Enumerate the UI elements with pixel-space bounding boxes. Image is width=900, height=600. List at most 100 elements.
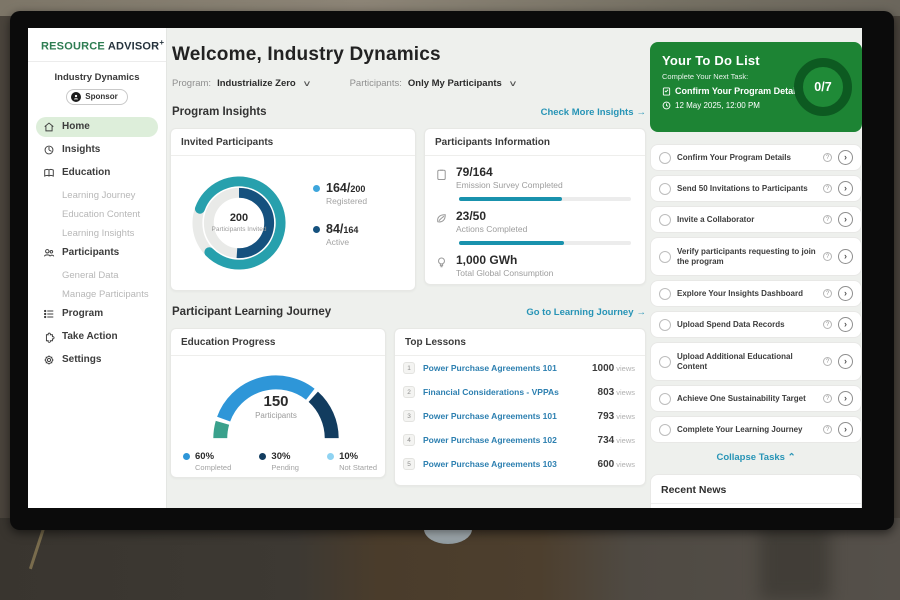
task-row[interactable]: Complete Your Learning Journey ? › — [650, 416, 862, 443]
card-title: Invited Participants — [171, 129, 415, 156]
invited-participants-donut-chart: 200 Participants Invited — [187, 171, 291, 275]
sidebar-item-learning-insights[interactable]: Learning Insights — [28, 224, 166, 243]
lesson-row: 5 Power Purchase Agreements 103 600views — [395, 452, 645, 476]
sponsor-badge[interactable]: Sponsor — [66, 89, 127, 105]
lesson-title-link[interactable]: Power Purchase Agreements 102 — [423, 435, 590, 445]
lesson-rank: 3 — [403, 410, 415, 422]
task-checkbox[interactable] — [659, 183, 671, 195]
sidebar-item-label: Insights — [62, 144, 100, 155]
stat-emission-survey: 79/164 Emission Survey Completed — [435, 165, 633, 190]
chevron-right-icon[interactable]: › — [838, 212, 853, 227]
legend-dot — [327, 453, 334, 460]
info-icon[interactable]: ? — [823, 153, 832, 162]
chevron-right-icon[interactable]: › — [838, 181, 853, 196]
task-checkbox[interactable] — [659, 251, 671, 263]
gauge-center-value: 150 — [201, 393, 351, 410]
legend-item-completed: 60%Completed — [183, 451, 231, 472]
sidebar-item-participants[interactable]: Participants — [36, 243, 158, 263]
insights-icon — [43, 144, 55, 156]
participants-filter-value[interactable]: Only My Participants — [408, 78, 502, 89]
sidebar-item-learning-journey[interactable]: Learning Journey — [28, 186, 166, 205]
chevron-right-icon[interactable]: › — [838, 317, 853, 332]
monitor-bezel: RESOURCE ADVISOR+ Industry Dynamics Spon… — [10, 11, 894, 530]
collapse-tasks-link[interactable]: Collapse Tasks ⌃ — [650, 452, 862, 463]
todo-hero-card: Your To Do List Complete Your Next Task:… — [650, 42, 862, 132]
info-icon[interactable]: ? — [823, 320, 832, 329]
info-icon[interactable]: ? — [823, 425, 832, 434]
people-icon — [43, 247, 55, 259]
info-icon[interactable]: ? — [823, 215, 832, 224]
task-row[interactable]: Verify participants requesting to join t… — [650, 237, 862, 276]
legend-dot — [313, 185, 320, 192]
program-filter-label: Program: — [172, 78, 211, 89]
task-checkbox[interactable] — [659, 319, 671, 331]
stat-total-consumption: 1,000 GWh Total Global Consumption — [435, 253, 633, 278]
task-checkbox[interactable] — [659, 424, 671, 436]
info-icon[interactable]: ? — [823, 184, 832, 193]
arrow-right-icon: → — [637, 107, 647, 118]
lesson-title-link[interactable]: Financial Considerations - VPPAs — [423, 387, 590, 397]
lesson-title-link[interactable]: Power Purchase Agreements 101 — [423, 411, 590, 421]
info-icon[interactable]: ? — [823, 394, 832, 403]
sidebar-item-home[interactable]: Home — [36, 117, 158, 137]
donut-center-label: Participants Invited — [211, 226, 267, 234]
top-lessons-card: Top Lessons 1 Power Purchase Agreements … — [394, 328, 646, 486]
leaf-icon — [435, 212, 448, 225]
education-progress-card: Education Progress 150 Participants — [170, 328, 386, 478]
todo-progress-ring: 0/7 — [794, 58, 852, 116]
task-checkbox[interactable] — [659, 356, 671, 368]
chevron-right-icon[interactable]: › — [838, 422, 853, 437]
task-row[interactable]: Explore Your Insights Dashboard ? › — [650, 280, 862, 307]
donut-center-value: 200 — [230, 212, 248, 224]
stat-actions-completed: 23/50 Actions Completed — [435, 209, 633, 234]
legend-item-not-started: 10%Not Started — [327, 451, 377, 472]
chevron-right-icon[interactable]: › — [838, 354, 853, 369]
task-row[interactable]: Confirm Your Program Details ? › — [650, 144, 862, 171]
gauge-center: 150 Participants — [201, 393, 351, 420]
task-checkbox[interactable] — [659, 288, 671, 300]
lesson-row: 3 Power Purchase Agreements 101 793views — [395, 404, 645, 428]
lesson-row: 1 Power Purchase Agreements 101 1000view… — [395, 356, 645, 380]
program-filter-value[interactable]: Industrialize Zero — [217, 78, 296, 89]
chevron-up-icon: ⌃ — [788, 452, 796, 463]
checklist-icon — [662, 87, 671, 96]
go-to-learning-journey-link[interactable]: Go to Learning Journey→ — [526, 307, 646, 318]
check-more-insights-link[interactable]: Check More Insights→ — [541, 107, 646, 118]
lesson-title-link[interactable]: Power Purchase Agreements 103 — [423, 459, 590, 469]
task-row[interactable]: Upload Additional Educational Content ? … — [650, 342, 862, 381]
sidebar-item-education-content[interactable]: Education Content — [28, 205, 166, 224]
sidebar-item-general-data[interactable]: General Data — [28, 266, 166, 285]
sidebar-item-settings[interactable]: Settings — [36, 350, 158, 370]
lesson-rank: 4 — [403, 434, 415, 446]
invited-participants-card: Invited Participants 200 Participants In… — [170, 128, 416, 291]
task-row[interactable]: Achieve One Sustainability Target ? › — [650, 385, 862, 412]
chevron-right-icon[interactable]: › — [838, 150, 853, 165]
gauge-legend: 60%Completed 30%Pending 10%Not Started — [183, 451, 377, 472]
info-icon[interactable]: ? — [823, 289, 832, 298]
sidebar-item-insights[interactable]: Insights — [36, 140, 158, 160]
survey-icon — [435, 168, 448, 181]
task-checkbox[interactable] — [659, 393, 671, 405]
task-checkbox[interactable] — [659, 214, 671, 226]
task-row[interactable]: Send 50 Invitations to Participants ? › — [650, 175, 862, 202]
sidebar-item-label: Take Action — [62, 331, 118, 342]
sidebar-item-program[interactable]: Program — [36, 304, 158, 324]
info-icon[interactable]: ? — [823, 252, 832, 261]
chevron-down-icon[interactable]: ∨ — [302, 79, 311, 88]
chevron-right-icon[interactable]: › — [838, 391, 853, 406]
task-checkbox[interactable] — [659, 152, 671, 164]
lesson-title-link[interactable]: Power Purchase Agreements 101 — [423, 363, 584, 373]
sidebar-item-label: Program — [62, 308, 103, 319]
chevron-right-icon[interactable]: › — [838, 249, 853, 264]
card-title: Top Lessons — [395, 329, 645, 356]
chevron-down-icon[interactable]: ∨ — [508, 79, 517, 88]
task-row[interactable]: Invite a Collaborator ? › — [650, 206, 862, 233]
sidebar-item-education[interactable]: Education — [36, 163, 158, 183]
chevron-right-icon[interactable]: › — [838, 286, 853, 301]
desk-background: RESOURCE ADVISOR+ Industry Dynamics Spon… — [0, 0, 900, 600]
sidebar-item-label: Home — [62, 121, 90, 132]
sidebar-item-manage-participants[interactable]: Manage Participants — [28, 285, 166, 304]
info-icon[interactable]: ? — [823, 357, 832, 366]
task-row[interactable]: Upload Spend Data Records ? › — [650, 311, 862, 338]
sidebar-item-take-action[interactable]: Take Action — [36, 327, 158, 347]
